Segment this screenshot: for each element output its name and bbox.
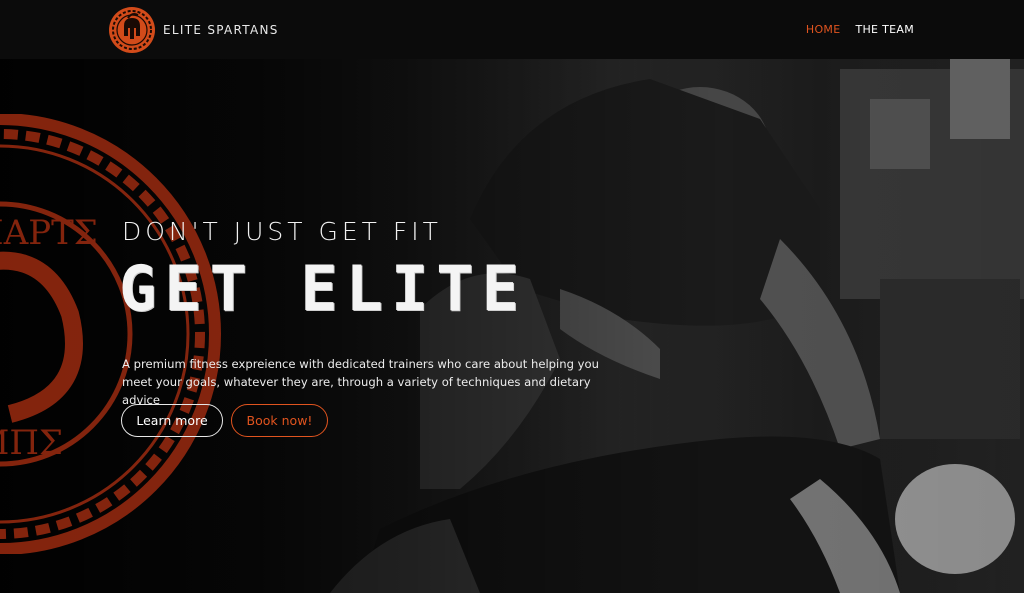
book-now-button[interactable]: Book now!: [231, 404, 328, 437]
brand-logo-link[interactable]: ELITE SPARTANS: [108, 6, 279, 54]
nav-menu: HOME THE TEAM: [806, 23, 914, 36]
nav-item-home[interactable]: HOME: [806, 23, 841, 36]
spartan-seal-watermark: ΣΠΑΡΤΣ ΛΜΠΣ: [0, 114, 221, 554]
hero-pretitle: DON'T JUST GET FIT: [122, 217, 442, 246]
hero-description: A premium fitness expreience with dedica…: [122, 357, 599, 407]
spartan-helmet-icon: [109, 7, 155, 53]
learn-more-button[interactable]: Learn more: [121, 404, 223, 437]
hero-title: GET ELITE: [119, 252, 527, 325]
seal-bottom-text: ΛΜΠΣ: [0, 423, 63, 463]
top-navbar: ELITE SPARTANS HOME THE TEAM: [0, 0, 1024, 59]
nav-item-the-team[interactable]: THE TEAM: [855, 23, 914, 36]
brand-name: ELITE SPARTANS: [163, 23, 279, 37]
hero-section: ΣΠΑΡΤΣ ΛΜΠΣ DON'T JUST GET FIT GET ELITE…: [0, 59, 1024, 593]
seal-top-text: ΣΠΑΡΤΣ: [0, 213, 98, 253]
